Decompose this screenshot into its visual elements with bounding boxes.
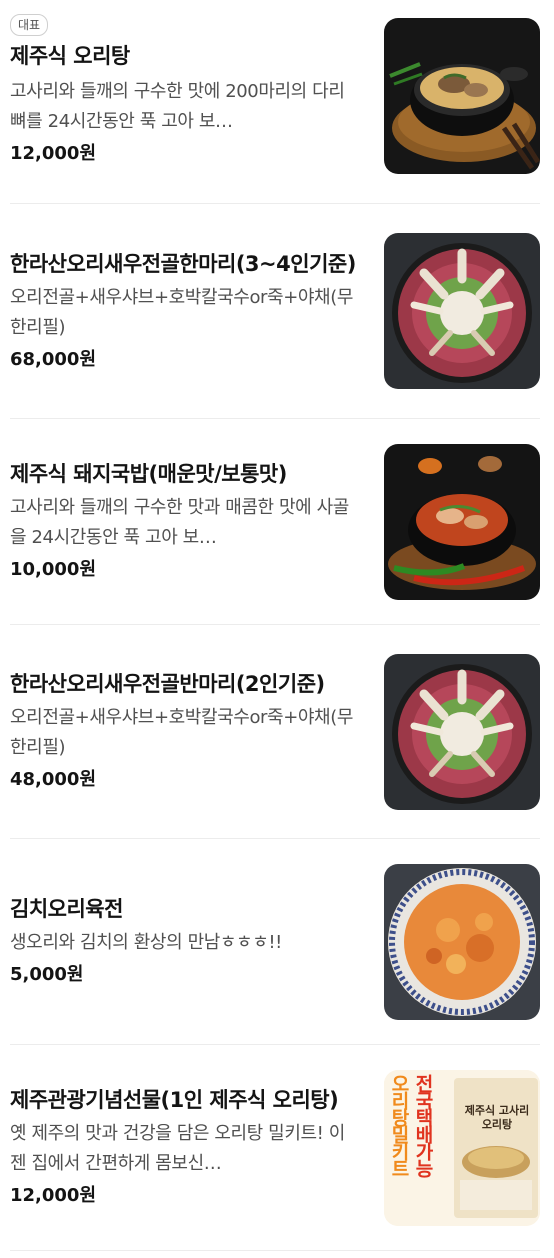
- menu-list: 대표 제주식 오리탕 고사리와 들깨의 구수한 맛에 200마리의 다리뼈를 2…: [0, 0, 554, 1251]
- duck-soup-illustration: [384, 18, 540, 174]
- menu-name: 김치오리육전: [10, 897, 123, 921]
- menu-description: 옛 제주의 맛과 건강을 담은 오리탕 밀키트! 이젠 집에서 간편하게 몸보신…: [10, 1123, 345, 1174]
- menu-item[interactable]: 김치오리육전 생오리와 김치의 환상의 만남ㅎㅎㅎ!! 5,000원: [10, 839, 540, 1045]
- menu-info: 김치오리육전 생오리와 김치의 환상의 만남ㅎㅎㅎ!! 5,000원: [10, 893, 360, 990]
- pork-soup-illustration: [384, 443, 540, 600]
- menu-price: 68,000원: [10, 348, 97, 370]
- duck-shrimp-hotpot-image[interactable]: [384, 653, 540, 810]
- menu-info: 대표 제주식 오리탕 고사리와 들깨의 구수한 맛에 200마리의 다리뼈를 2…: [10, 2, 360, 169]
- menu-price: 12,000원: [10, 143, 97, 164]
- menu-name: 한라산오리새우전골한마리(3~4인기준): [10, 251, 356, 276]
- menu-item[interactable]: 한라산오리새우전골한마리(3~4인기준) 오리전골+새우샤브+호박칼국수or죽+…: [10, 204, 540, 419]
- menu-price: 10,000원: [10, 559, 97, 580]
- menu-name: 제주식 돼지국밥(매운맛/보통맛): [10, 462, 287, 486]
- meal-kit-package-image[interactable]: 오리탕밀키트 전국택배가능 제주식 고사리 오리탕: [384, 1069, 540, 1226]
- duck-soup-image[interactable]: [384, 18, 540, 174]
- menu-description: 오리전골+새우샤브+호박칼국수or죽+야채(무한리필): [10, 286, 353, 338]
- pancake-illustration: [384, 863, 540, 1020]
- kimchi-duck-pancake-image[interactable]: [384, 863, 540, 1020]
- menu-info: 제주관광기념선물(1인 제주식 오리탕) 옛 제주의 맛과 건강을 담은 오리탕…: [10, 1084, 360, 1211]
- menu-description: 오리전골+새우샤브+호박칼국수or죽+야채(무한리필): [10, 707, 353, 758]
- menu-price: 5,000원: [10, 964, 84, 985]
- package-text-left: 오리탕밀키트: [388, 1073, 410, 1176]
- menu-info: 한라산오리새우전골한마리(3~4인기준) 오리전골+새우샤브+호박칼국수or죽+…: [10, 248, 360, 375]
- menu-info: 제주식 돼지국밥(매운맛/보통맛) 고사리와 들깨의 구수한 맛과 매콤한 맛에…: [10, 458, 360, 585]
- menu-name: 한라산오리새우전골반마리(2인기준): [10, 672, 325, 696]
- package-title: 제주식 고사리 오리탕: [464, 1103, 530, 1131]
- menu-item[interactable]: 제주식 돼지국밥(매운맛/보통맛) 고사리와 들깨의 구수한 맛과 매콤한 맛에…: [10, 419, 540, 625]
- menu-item[interactable]: 한라산오리새우전골반마리(2인기준) 오리전골+새우샤브+호박칼국수or죽+야채…: [10, 625, 540, 839]
- menu-item[interactable]: 제주관광기념선물(1인 제주식 오리탕) 옛 제주의 맛과 건강을 담은 오리탕…: [10, 1045, 540, 1251]
- package-text-right: 전국택배가능: [412, 1073, 434, 1176]
- hotpot-illustration: [384, 653, 540, 810]
- menu-info: 한라산오리새우전골반마리(2인기준) 오리전골+새우샤브+호박칼국수or죽+야채…: [10, 668, 360, 795]
- menu-description: 고사리와 들깨의 구수한 맛에 200마리의 다리뼈를 24시간동안 푹 고아 …: [10, 81, 345, 132]
- hotpot-illustration: [384, 233, 540, 389]
- menu-name: 제주식 오리탕: [10, 44, 130, 68]
- menu-name: 제주관광기념선물(1인 제주식 오리탕): [10, 1088, 339, 1112]
- duck-shrimp-hotpot-image[interactable]: [384, 233, 540, 389]
- signature-badge: 대표: [10, 14, 49, 36]
- menu-price: 12,000원: [10, 1185, 97, 1206]
- menu-price: 48,000원: [10, 769, 97, 790]
- pork-rice-soup-image[interactable]: [384, 443, 540, 600]
- menu-description: 고사리와 들깨의 구수한 맛과 매콤한 맛에 사골을 24시간동안 푹 고아 보…: [10, 497, 349, 548]
- menu-description: 생오리와 김치의 환상의 만남ㅎㅎㅎ!!: [10, 932, 282, 953]
- menu-item[interactable]: 대표 제주식 오리탕 고사리와 들깨의 구수한 맛에 200마리의 다리뼈를 2…: [10, 0, 540, 204]
